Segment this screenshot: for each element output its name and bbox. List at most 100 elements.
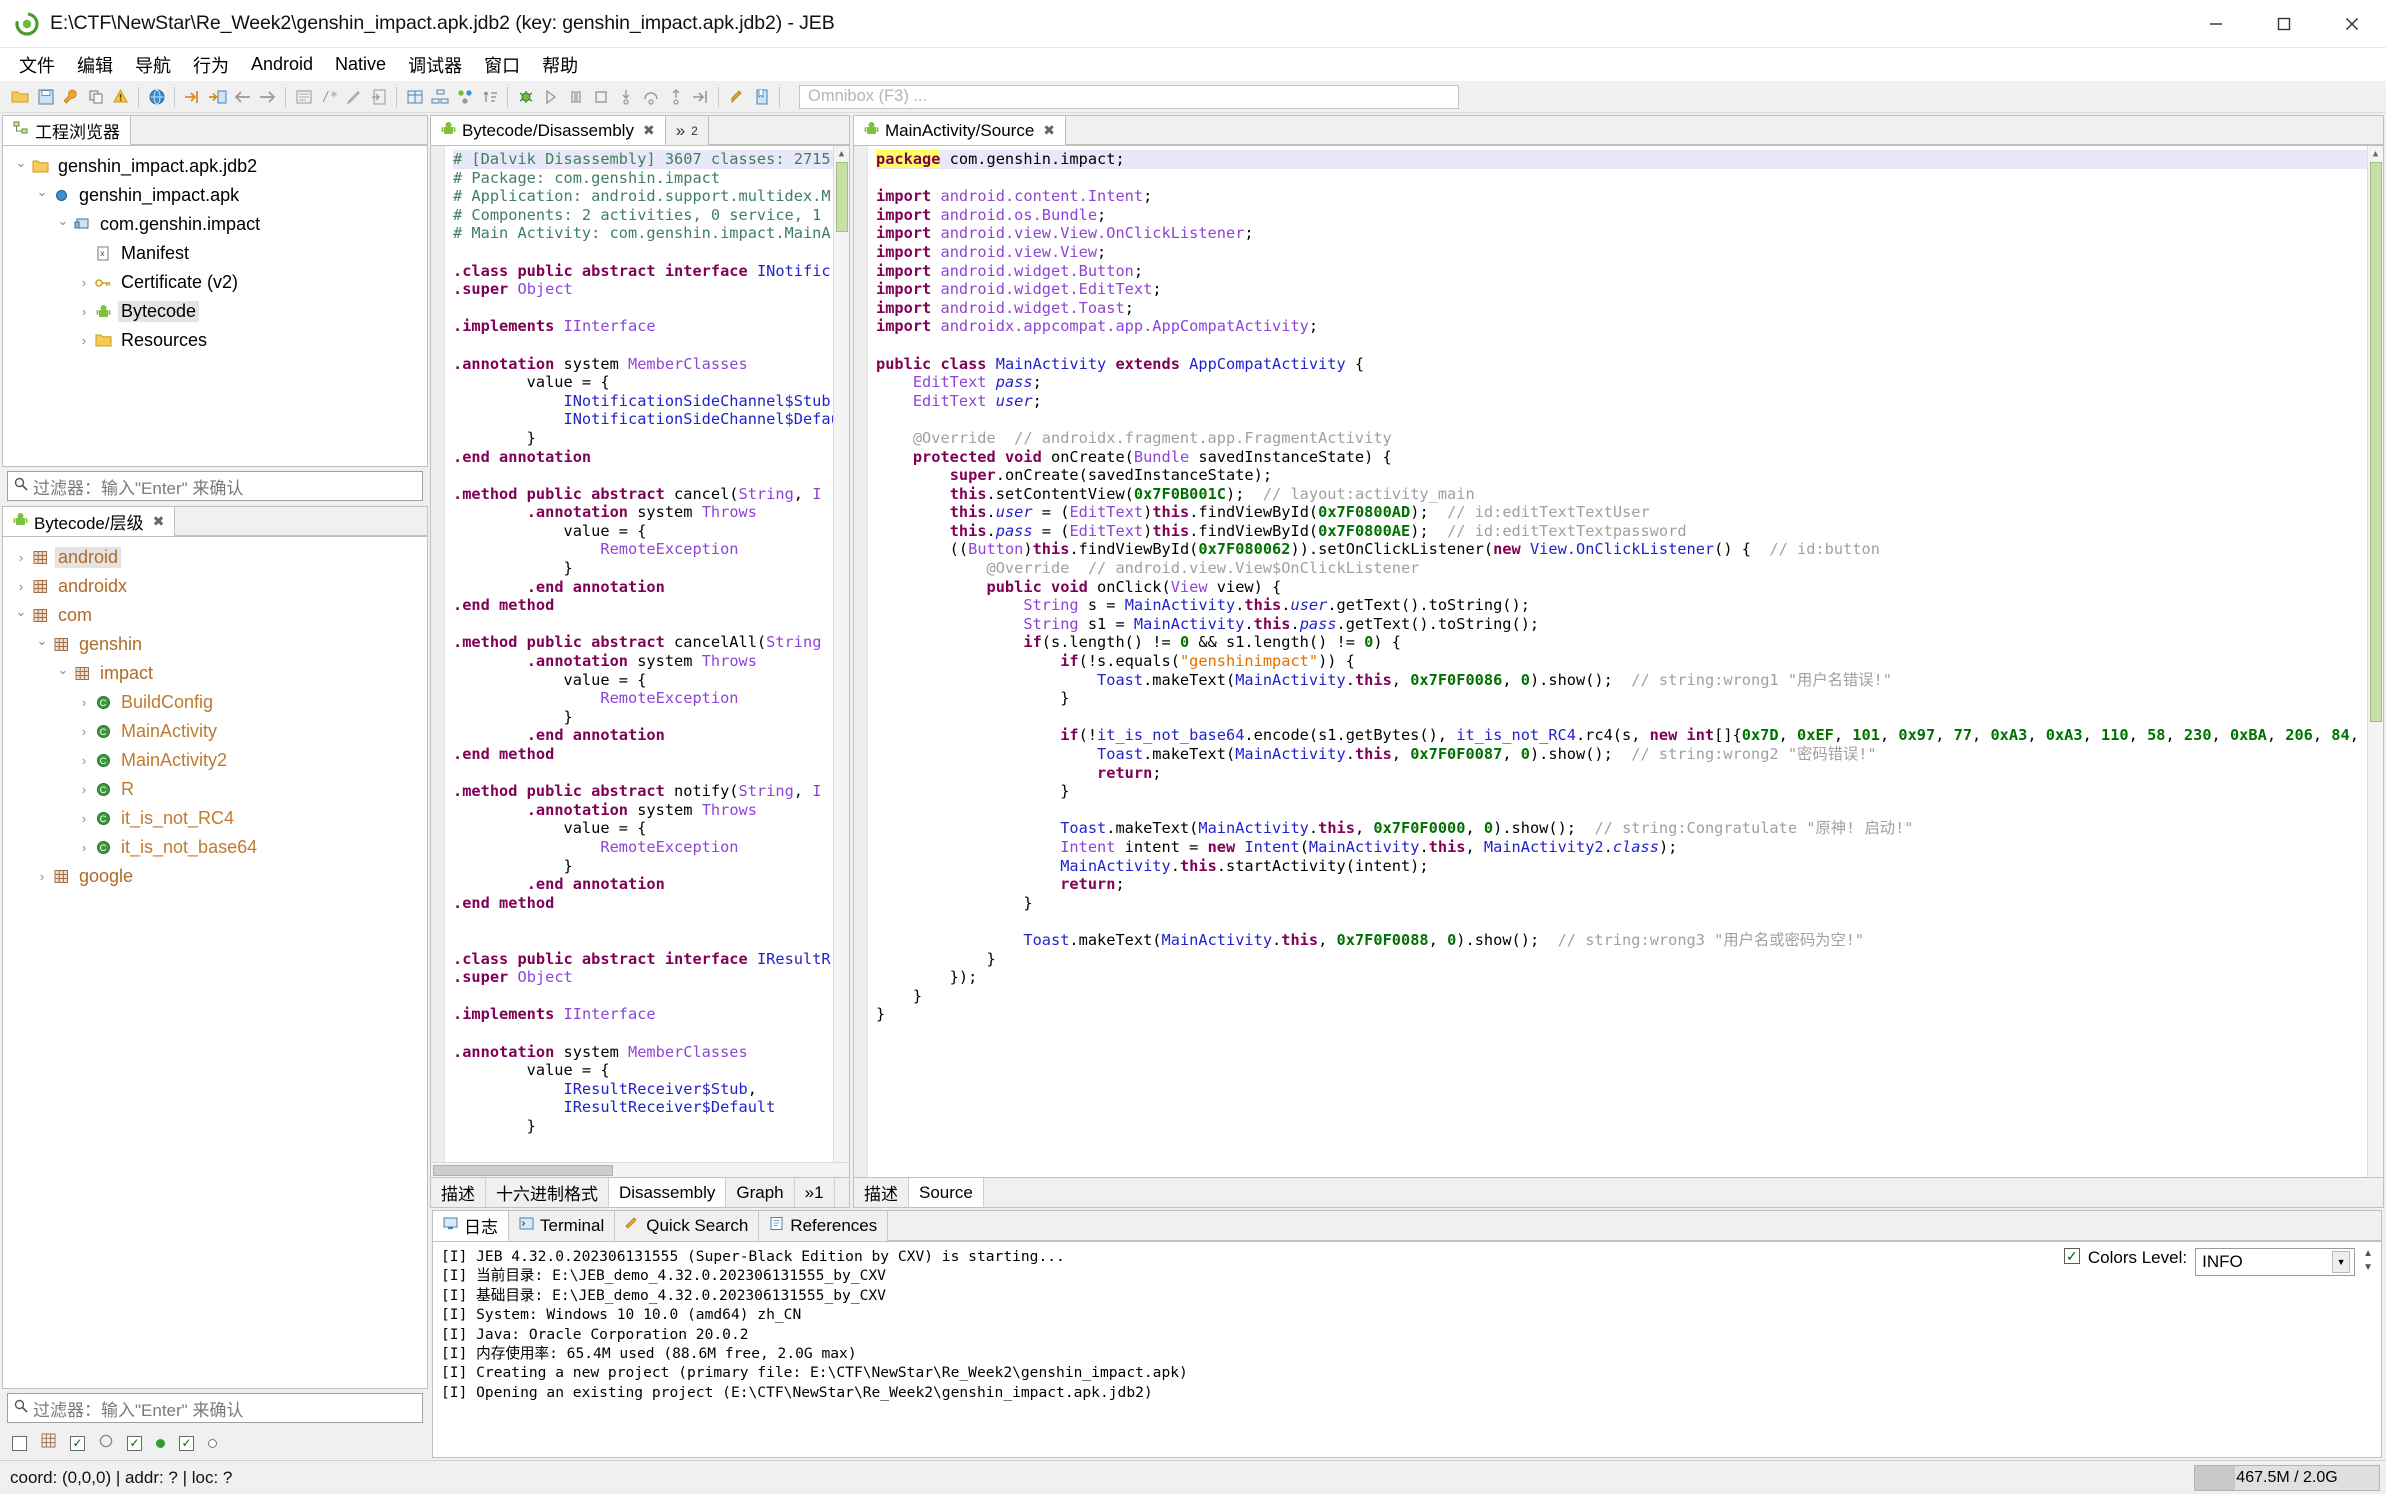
disassembly-code-text[interactable]: # [Dalvik Disassembly] 3607 classes: 271…	[445, 146, 833, 1162]
tree-row[interactable]: impact	[3, 659, 427, 688]
btab-hex[interactable]: 十六进制格式	[486, 1178, 609, 1207]
table-view-icon[interactable]	[402, 84, 427, 110]
hierarchy-filter[interactable]: 过滤器：输入"Enter" 来确认	[7, 1393, 423, 1423]
tree-row[interactable]: genshin_impact.apk	[3, 181, 427, 210]
log-output[interactable]: [I] JEB 4.32.0.202306131555 (Super-Black…	[433, 1242, 1961, 1457]
tab-quick-search[interactable]: Quick Search	[615, 1211, 760, 1241]
back-arrow-icon[interactable]	[230, 84, 255, 110]
goto-icon[interactable]	[180, 84, 205, 110]
btab-disassembly[interactable]: Disassembly	[609, 1178, 727, 1207]
open-file-icon[interactable]	[8, 84, 33, 110]
tree-row[interactable]: androidx	[3, 572, 427, 601]
hierarchy-tree[interactable]: android androidx com genshin impact C BuildCon…	[3, 537, 427, 1388]
tab-project-explorer[interactable]: 工程浏览器	[3, 116, 131, 145]
scroll-thumb[interactable]	[835, 162, 848, 232]
source-code-area[interactable]: package com.genshin.impact; import andro…	[854, 146, 2383, 1177]
menu-item-help[interactable]: 帮助	[531, 49, 589, 81]
menu-item-edit[interactable]: 编辑	[66, 49, 124, 81]
chevron-right-icon[interactable]	[76, 333, 92, 348]
scroll-up-icon[interactable]: ▲	[834, 146, 850, 162]
scroll-thumb[interactable]	[433, 1164, 613, 1176]
menu-item-navigate[interactable]: 导航	[124, 49, 182, 81]
tree-row[interactable]: genshin_impact.apk.jdb2	[3, 152, 427, 181]
forward-arrow-icon[interactable]	[255, 84, 280, 110]
tab-mainactivity-source[interactable]: MainActivity/Source ✖	[854, 116, 1067, 145]
tree-row[interactable]: Certificate (v2)	[3, 268, 427, 297]
chevron-right-icon[interactable]	[13, 550, 29, 565]
export-icon[interactable]	[366, 84, 391, 110]
tab-overflow-button[interactable]: » 2	[665, 116, 709, 145]
chevron-right-icon[interactable]	[76, 753, 92, 768]
btab-description[interactable]: 描述	[854, 1178, 909, 1207]
menu-item-action[interactable]: 行为	[182, 49, 240, 81]
class-filter-icon[interactable]	[99, 1433, 113, 1453]
debug-icon[interactable]	[513, 84, 538, 110]
callers-icon[interactable]	[452, 84, 477, 110]
tree-row[interactable]: com.genshin.impact	[3, 210, 427, 239]
step-into-icon[interactable]	[613, 84, 638, 110]
tree-row[interactable]: android	[3, 543, 427, 572]
tree-row[interactable]: Bytecode	[3, 297, 427, 326]
footer-checkbox-3[interactable]: ✓	[127, 1435, 142, 1451]
pause-icon[interactable]	[563, 84, 588, 110]
highlight-icon[interactable]	[724, 84, 749, 110]
tab-terminal[interactable]: Terminal	[509, 1211, 616, 1241]
footer-checkbox-1[interactable]	[12, 1435, 27, 1451]
menu-item-native[interactable]: Native	[324, 51, 397, 78]
tree-row[interactable]: CR	[3, 775, 427, 804]
save-icon[interactable]	[33, 84, 58, 110]
footer-checkbox-2[interactable]: ✓	[70, 1435, 85, 1451]
minimize-button[interactable]	[2182, 0, 2250, 48]
tree-row[interactable]: Cit_is_not_base64	[3, 833, 427, 862]
menu-item-android[interactable]: Android	[240, 51, 324, 78]
tab-bytecode-disassembly[interactable]: Bytecode/Disassembly ✖	[431, 116, 666, 145]
chevron-down-icon[interactable]: ▼	[2332, 1251, 2351, 1273]
source-code-text[interactable]: package com.genshin.impact; import andro…	[868, 146, 2367, 1177]
chevron-right-icon[interactable]	[13, 579, 29, 594]
close-icon[interactable]: ✖	[1043, 122, 1055, 139]
graph-view-icon[interactable]	[427, 84, 452, 110]
copy-icon[interactable]	[83, 84, 108, 110]
tree-row[interactable]: C MainActivity	[3, 717, 427, 746]
tree-row[interactable]: com	[3, 601, 427, 630]
close-icon[interactable]: ✖	[643, 122, 655, 139]
chevron-down-icon[interactable]	[34, 637, 50, 653]
tree-row[interactable]: Cit_is_not_RC4	[3, 804, 427, 833]
scroll-up-icon[interactable]: ▲	[2368, 146, 2384, 162]
decompile-icon[interactable]	[291, 84, 316, 110]
tree-row[interactable]: google	[3, 862, 427, 891]
run-to-cursor-icon[interactable]	[688, 84, 713, 110]
tree-row[interactable]: C MainActivity2	[3, 746, 427, 775]
run-icon[interactable]	[538, 84, 563, 110]
maximize-button[interactable]	[2250, 0, 2318, 48]
chevron-right-icon[interactable]	[76, 782, 92, 797]
omnibox-input[interactable]: Omnibox (F3) ...	[799, 84, 1459, 109]
chevron-right-icon[interactable]	[76, 275, 92, 290]
goto-address-icon[interactable]	[205, 84, 230, 110]
tab-references[interactable]: References	[759, 1211, 889, 1241]
disassembly-vscrollbar[interactable]: ▲	[833, 146, 849, 1162]
chevron-down-icon[interactable]	[55, 217, 71, 233]
footer-checkbox-4[interactable]: ✓	[179, 1435, 194, 1451]
step-out-icon[interactable]	[663, 84, 688, 110]
chevron-right-icon[interactable]	[76, 724, 92, 739]
memory-indicator[interactable]: 467.5M / 2.0G	[2194, 1464, 2380, 1491]
disassembly-hscrollbar[interactable]	[431, 1162, 849, 1177]
chevron-right-icon[interactable]	[76, 304, 92, 319]
menu-item-window[interactable]: 窗口	[473, 49, 531, 81]
scroll-up-icon[interactable]: ▲	[2363, 1248, 2373, 1259]
globe-icon[interactable]	[144, 84, 169, 110]
project-explorer-filter[interactable]: 过滤器：输入"Enter" 来确认	[7, 471, 423, 501]
log-level-select[interactable]: INFO ▼	[2195, 1248, 2356, 1276]
menu-item-file[interactable]: 文件	[8, 49, 66, 81]
chevron-down-icon[interactable]	[13, 159, 29, 175]
chevron-right-icon[interactable]	[34, 869, 50, 884]
tree-row[interactable]: C BuildConfig	[3, 688, 427, 717]
chevron-right-icon[interactable]	[76, 695, 92, 710]
tab-bytecode-hierarchy[interactable]: Bytecode/层级 ✖	[3, 507, 176, 536]
btab-source[interactable]: Source	[909, 1178, 984, 1207]
grid-icon[interactable]	[41, 1433, 56, 1453]
btab-description[interactable]: 描述	[431, 1178, 486, 1207]
bookmark-icon[interactable]	[749, 84, 774, 110]
scroll-down-icon[interactable]: ▼	[2363, 1262, 2373, 1273]
